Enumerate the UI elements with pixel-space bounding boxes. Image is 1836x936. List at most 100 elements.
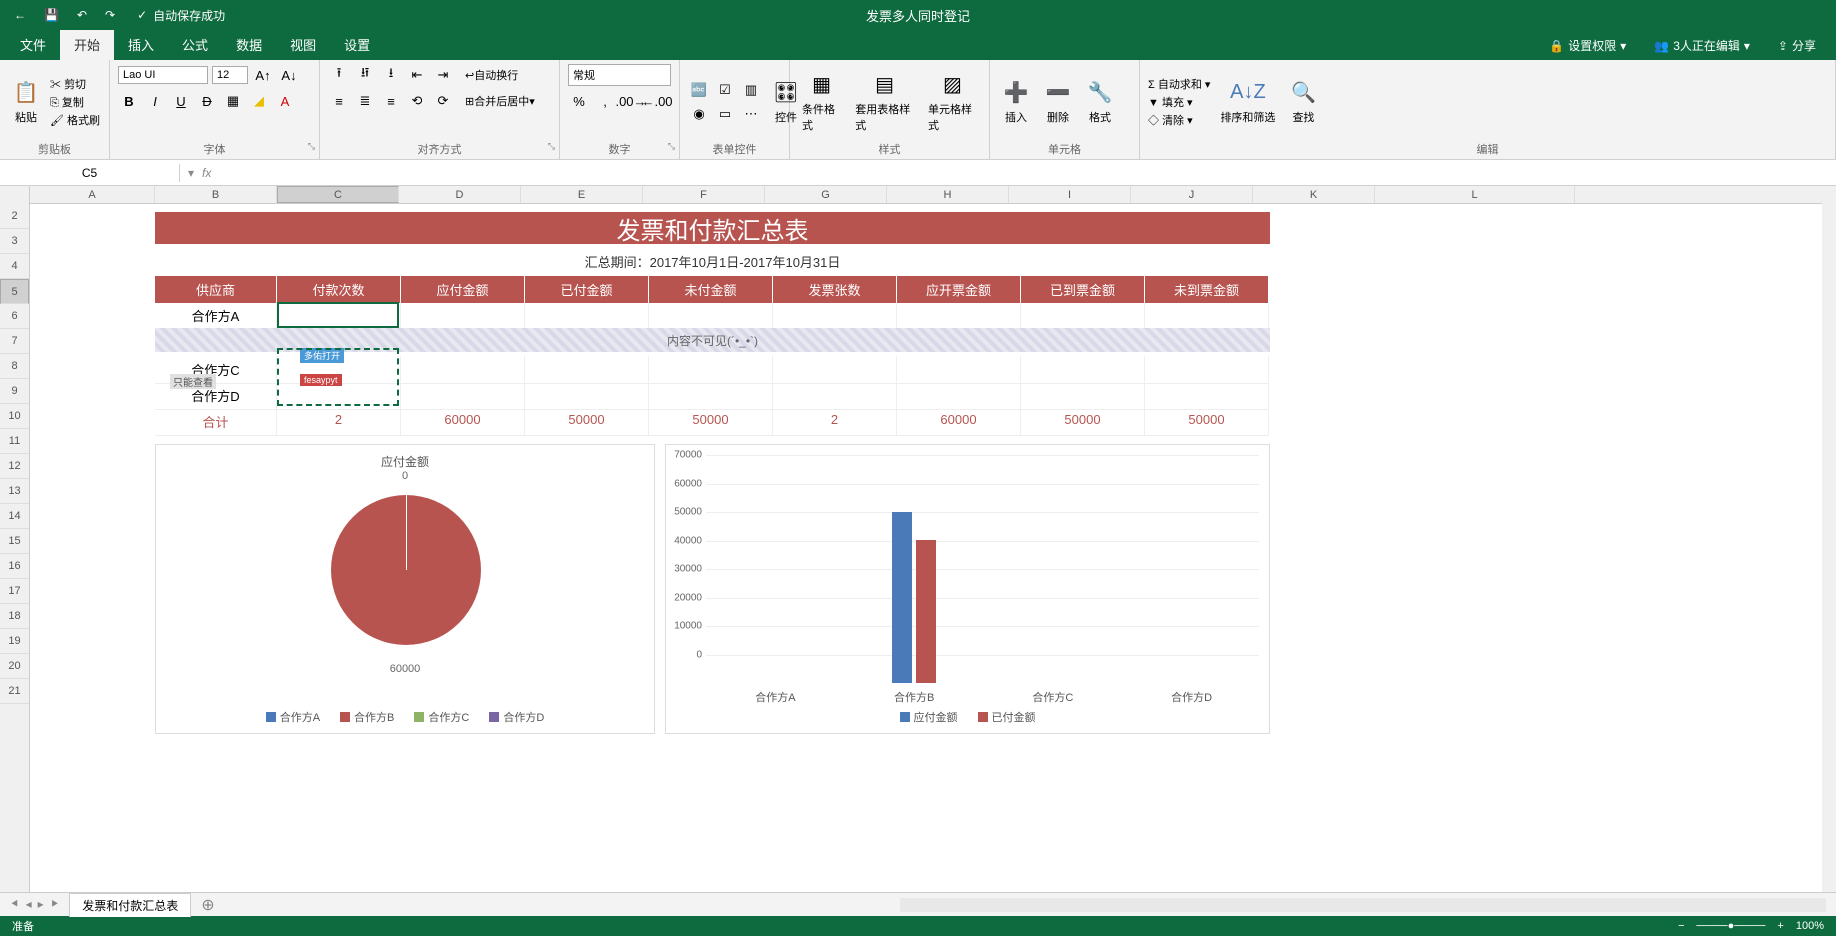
row-header[interactable]: 6 — [0, 304, 29, 329]
number-format-select[interactable]: 常规 — [568, 64, 671, 86]
percent-icon[interactable]: % — [568, 90, 590, 112]
decrease-font-icon[interactable]: A↓ — [278, 64, 300, 86]
row-header[interactable]: 20 — [0, 654, 29, 679]
col-header[interactable]: G — [765, 186, 887, 203]
col-header[interactable]: H — [887, 186, 1009, 203]
share-button[interactable]: ⇪分享 — [1778, 37, 1816, 54]
row-header[interactable]: 2 — [0, 204, 29, 229]
sheet-nav-first-icon[interactable]: ⯇ — [10, 897, 20, 912]
insert-cells-button[interactable]: ➕插入 — [998, 77, 1034, 127]
increase-font-icon[interactable]: A↑ — [252, 64, 274, 86]
tab-file[interactable]: 文件 — [6, 29, 60, 60]
find-button[interactable]: 🔍查找 — [1285, 77, 1321, 127]
row-header[interactable]: 12 — [0, 454, 29, 479]
strike-button[interactable]: D — [196, 90, 218, 112]
indent-inc-icon[interactable]: ⇥ — [432, 64, 454, 86]
clear-button[interactable]: ◇ 清除 ▾ — [1148, 112, 1210, 128]
merge-button[interactable]: ⊞ 合并后居中 ▾ — [458, 90, 542, 112]
form-ctrl1-icon[interactable]: 🔤 — [688, 79, 710, 101]
cond-format-button[interactable]: ▦条件格式 — [798, 69, 845, 135]
form-ctrl6-icon[interactable]: ⋯ — [740, 103, 762, 125]
row-header[interactable]: 15 — [0, 529, 29, 554]
col-header[interactable]: C — [277, 186, 399, 203]
form-ctrl5-icon[interactable]: ▭ — [714, 103, 736, 125]
add-sheet-button[interactable]: ⊕ — [191, 895, 224, 915]
pie-chart[interactable]: 应付金额 0 60000 合作方A合作方B合作方C合作方D — [155, 444, 655, 734]
row-header[interactable]: 17 — [0, 579, 29, 604]
row-header[interactable]: 13 — [0, 479, 29, 504]
font-color-button[interactable]: A — [274, 90, 296, 112]
fx-icon[interactable]: fx — [202, 166, 211, 180]
collab-button[interactable]: 👥3人正在编辑 ▾ — [1654, 37, 1750, 54]
name-box[interactable]: C5 — [0, 164, 180, 182]
autosum-button[interactable]: Σ 自动求和 ▾ — [1148, 76, 1210, 92]
orient2-icon[interactable]: ⟳ — [432, 90, 454, 112]
back-icon[interactable]: ← — [14, 8, 26, 22]
fill-button[interactable]: ▼ 填充 ▾ — [1148, 94, 1210, 110]
orient-icon[interactable]: ⟲ — [406, 90, 428, 112]
sheet-nav-last-icon[interactable]: ⯈ — [50, 897, 60, 912]
form-ctrl2-icon[interactable]: ☑ — [714, 79, 736, 101]
row-header[interactable]: 16 — [0, 554, 29, 579]
fill-color-button[interactable]: ◢ — [248, 90, 270, 112]
form-ctrl4-icon[interactable]: ◉ — [688, 103, 710, 125]
col-header[interactable]: L — [1375, 186, 1575, 203]
align-bottom-icon[interactable]: ⭳ — [380, 64, 402, 86]
cell-style-button[interactable]: ▨单元格样式 — [924, 69, 981, 135]
formula-input[interactable] — [219, 171, 1836, 175]
align-left-icon[interactable]: ≡ — [328, 90, 350, 112]
row-header[interactable]: 18 — [0, 604, 29, 629]
col-header[interactable]: J — [1131, 186, 1253, 203]
row-header[interactable]: 4 — [0, 254, 29, 279]
col-header[interactable]: E — [521, 186, 643, 203]
row-header[interactable]: 19 — [0, 629, 29, 654]
bar-chart[interactable]: 010000200003000040000500006000070000合作方A… — [665, 444, 1270, 734]
font-size-select[interactable]: 12 — [212, 66, 248, 84]
redo-icon[interactable]: ↷ — [105, 8, 115, 22]
tab-settings[interactable]: 设置 — [330, 29, 384, 60]
sheet-nav-next-icon[interactable]: ▸ — [38, 897, 44, 912]
fx-cancel-icon[interactable]: ▾ — [188, 166, 194, 180]
col-header[interactable]: B — [155, 186, 277, 203]
tab-home[interactable]: 开始 — [60, 29, 114, 60]
col-header[interactable]: I — [1009, 186, 1131, 203]
font-launcher-icon[interactable]: ⤡ — [308, 141, 315, 152]
align-middle-icon[interactable]: ⭿ — [354, 64, 376, 86]
row-header[interactable]: 3 — [0, 229, 29, 254]
comma-icon[interactable]: , — [594, 90, 616, 112]
sheet-nav-prev-icon[interactable]: ◂ — [26, 897, 32, 912]
row-header[interactable]: 7 — [0, 329, 29, 354]
wrap-text-button[interactable]: ↩ 自动换行 — [458, 64, 525, 86]
align-launcher-icon[interactable]: ⤡ — [548, 141, 555, 152]
cut-button[interactable]: ✂ 剪切 — [50, 76, 100, 92]
zoom-in-icon[interactable]: + — [1777, 920, 1783, 932]
tab-data[interactable]: 数据 — [222, 29, 276, 60]
align-right-icon[interactable]: ≡ — [380, 90, 402, 112]
horizontal-scrollbar[interactable] — [900, 898, 1826, 912]
align-top-icon[interactable]: ⭱ — [328, 64, 350, 86]
copy-button[interactable]: ⎘ 复制 — [50, 94, 100, 110]
zoom-out-icon[interactable]: − — [1678, 920, 1684, 932]
permissions-button[interactable]: 🔒设置权限 ▾ — [1549, 37, 1626, 54]
row-header[interactable]: 11 — [0, 429, 29, 454]
row-header[interactable]: 21 — [0, 679, 29, 704]
delete-cells-button[interactable]: ➖删除 — [1040, 77, 1076, 127]
inc-decimal-icon[interactable]: .00→ — [620, 90, 642, 112]
zoom-level[interactable]: 100% — [1796, 920, 1824, 932]
underline-button[interactable]: U — [170, 90, 192, 112]
save-icon[interactable]: 💾 — [44, 8, 59, 22]
spreadsheet-grid[interactable]: ABCDEFGHIJKL 234567891011121314151617181… — [0, 186, 1836, 892]
sort-filter-button[interactable]: A↓Z排序和筛选 — [1216, 77, 1279, 127]
format-painter-button[interactable]: 🖌 格式刷 — [50, 112, 100, 128]
row-header[interactable]: 10 — [0, 404, 29, 429]
italic-button[interactable]: I — [144, 90, 166, 112]
indent-dec-icon[interactable]: ⇤ — [406, 64, 428, 86]
bold-button[interactable]: B — [118, 90, 140, 112]
font-name-select[interactable]: Lao UI — [118, 66, 208, 84]
undo-icon[interactable]: ↶ — [77, 8, 87, 22]
tab-insert[interactable]: 插入 — [114, 29, 168, 60]
row-header[interactable]: 9 — [0, 379, 29, 404]
row-header[interactable]: 8 — [0, 354, 29, 379]
sheet-tab[interactable]: 发票和付款汇总表 — [69, 893, 191, 917]
dec-decimal-icon[interactable]: ←.00 — [646, 90, 668, 112]
